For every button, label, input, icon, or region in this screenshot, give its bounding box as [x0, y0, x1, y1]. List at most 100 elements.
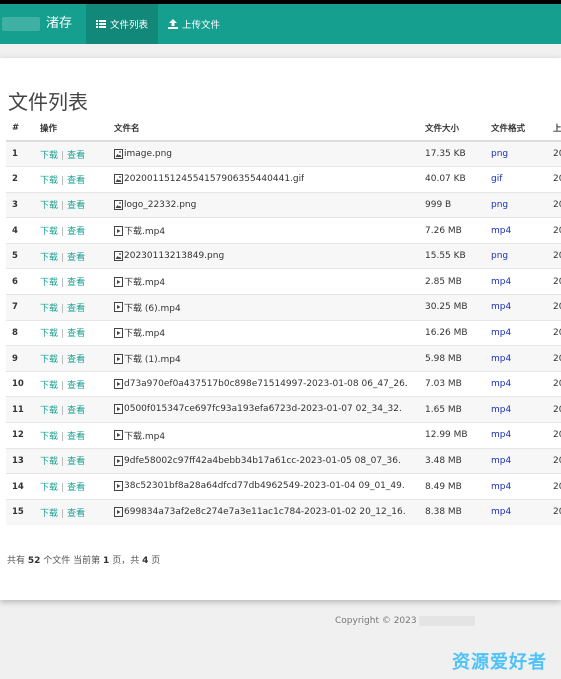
table-row: 6下载|查看下载.mp42.85 MBmp420 — [6, 268, 561, 295]
view-link[interactable]: 查看 — [67, 406, 85, 416]
row-filesize: 8.49 MB — [419, 473, 485, 500]
view-link[interactable]: 查看 — [67, 201, 85, 211]
row-date: 20 — [547, 447, 561, 474]
row-format: mp4 — [485, 447, 547, 474]
view-link[interactable]: 查看 — [67, 432, 85, 442]
pager-prefix: 共有 — [7, 556, 26, 566]
pager-pages-suffix: 页 — [151, 556, 161, 566]
download-link[interactable]: 下载 — [40, 304, 58, 314]
row-date: 20 — [547, 345, 561, 372]
table-row: 11 下载 | 查看 0500f015347ce697fc93a193efa6723d-… — [6, 396, 561, 423]
brand-title[interactable]: 渚存 — [46, 4, 72, 44]
view-link[interactable]: 查看 — [67, 509, 85, 519]
view-link[interactable]: 查看 — [67, 355, 85, 365]
download-link[interactable]: 下载 — [40, 253, 58, 263]
row-filename-cell: 9dfe58002c97ff42a4bebb34b17a61cc-2023-01… — [108, 447, 419, 474]
download-link[interactable]: 下载 — [40, 381, 58, 391]
row-filename: d73a970ef0a437517b0c898e71514997-2023-01… — [124, 378, 408, 389]
download-link[interactable]: 下载 — [40, 483, 58, 493]
row-filename: image.png — [124, 148, 173, 159]
row-actions: 下载 | 查看 — [34, 422, 108, 449]
view-link[interactable]: 查看 — [67, 457, 85, 467]
row-filesize: 999 B — [419, 191, 485, 218]
copyright-owner-blurred — [418, 616, 475, 626]
row-filename-cell: 20200115124554157906355440441.gif — [108, 166, 419, 193]
download-link[interactable]: 下载 — [40, 201, 58, 211]
action-separator: | — [61, 201, 65, 212]
download-link[interactable]: 下载 — [40, 176, 58, 186]
watermark: 资源爱好者 — [452, 652, 547, 673]
table-row: 12下载|查看下载.mp412.99 MBmp420 — [6, 422, 561, 449]
row-format: mp4 — [485, 294, 547, 321]
row-index: 7 — [6, 294, 34, 321]
spacer-band — [0, 44, 561, 58]
download-link[interactable]: 下载 — [40, 355, 58, 365]
row-format: mp4 — [485, 217, 547, 244]
row-filename-cell: d73a970ef0a437517b0c898e71514997-2023-01… — [108, 370, 419, 397]
download-link[interactable]: 下载 — [40, 227, 58, 237]
table-row: 14 下载 | 查看 38c52301bf8a28a64dfcd77db4962549-… — [6, 473, 561, 500]
view-link[interactable]: 查看 — [67, 253, 85, 263]
row-filesize: 17.35 KB — [419, 140, 485, 167]
download-link[interactable]: 下载 — [40, 406, 58, 416]
row-filename-cell: 0500f015347ce697fc93a193efa6723d-2023-01… — [108, 396, 419, 423]
view-link[interactable]: 查看 — [67, 151, 85, 161]
row-index: 10 — [6, 370, 34, 397]
view-link[interactable]: 查看 — [67, 381, 85, 391]
row-filesize: 3.48 MB — [419, 447, 485, 474]
table-row: 13 下载 | 查看 9dfe58002c97ff42a4bebb34b17a61cc-… — [6, 447, 561, 474]
row-format: mp4 — [485, 268, 547, 295]
download-link[interactable]: 下载 — [40, 457, 58, 467]
download-link[interactable]: 下载 — [40, 509, 58, 519]
view-link[interactable]: 查看 — [67, 227, 85, 237]
row-format: png — [485, 242, 547, 269]
row-actions: 下载 | 查看 — [34, 268, 108, 295]
image-file-icon — [114, 174, 123, 185]
table-header-row: # 操作 文件名 文件大小 文件格式 上 — [6, 116, 561, 142]
row-format: png — [485, 191, 547, 218]
row-format: mp4 — [485, 345, 547, 372]
view-link[interactable]: 查看 — [67, 329, 85, 339]
view-link[interactable]: 查看 — [67, 483, 85, 493]
action-separator: | — [61, 457, 65, 468]
nav-item-file-list[interactable]: 文件列表 — [86, 4, 159, 44]
row-actions: 下载 | 查看 — [34, 294, 108, 321]
row-format: gif — [485, 166, 547, 193]
row-date: 20 — [547, 140, 561, 167]
row-index: 15 — [6, 498, 34, 525]
row-filename: logo_22332.png — [124, 199, 197, 210]
row-filename-cell: 下载.mp4 — [108, 422, 419, 449]
action-separator: | — [61, 483, 65, 494]
row-filesize: 40.07 KB — [419, 166, 485, 193]
pager-total-suffix: 个文件 当前第 — [43, 556, 101, 566]
action-separator: | — [61, 303, 65, 314]
header-filesize: 文件大小 — [419, 116, 485, 142]
row-date: 20 — [547, 166, 561, 193]
download-link[interactable]: 下载 — [40, 432, 58, 442]
row-filename: 下载.mp4 — [124, 278, 166, 289]
download-link[interactable]: 下载 — [40, 151, 58, 161]
action-separator: | — [61, 508, 65, 519]
header-format: 文件格式 — [485, 116, 547, 142]
view-link[interactable]: 查看 — [67, 278, 85, 288]
row-filesize: 8.38 MB — [419, 498, 485, 525]
download-link[interactable]: 下载 — [40, 329, 58, 339]
row-index: 1 — [6, 140, 34, 167]
row-actions: 下载 | 查看 — [34, 396, 108, 423]
pager-current-suffix: 页，共 — [112, 556, 140, 566]
row-filename-cell: 下载 (1).mp4 — [108, 345, 419, 372]
row-format: mp4 — [485, 422, 547, 449]
brand-logo-blurred — [2, 17, 40, 31]
action-separator: | — [61, 406, 65, 417]
view-link[interactable]: 查看 — [67, 304, 85, 314]
download-link[interactable]: 下载 — [40, 278, 58, 288]
row-filename: 20200115124554157906355440441.gif — [124, 174, 305, 185]
row-index: 11 — [6, 396, 34, 423]
row-format: png — [485, 140, 547, 167]
row-filesize: 30.25 MB — [419, 294, 485, 321]
view-link[interactable]: 查看 — [67, 176, 85, 186]
nav-item-upload[interactable]: 上传文件 — [158, 4, 230, 44]
row-format: mp4 — [485, 319, 547, 346]
row-format: mp4 — [485, 498, 547, 525]
video-file-icon — [114, 481, 123, 492]
